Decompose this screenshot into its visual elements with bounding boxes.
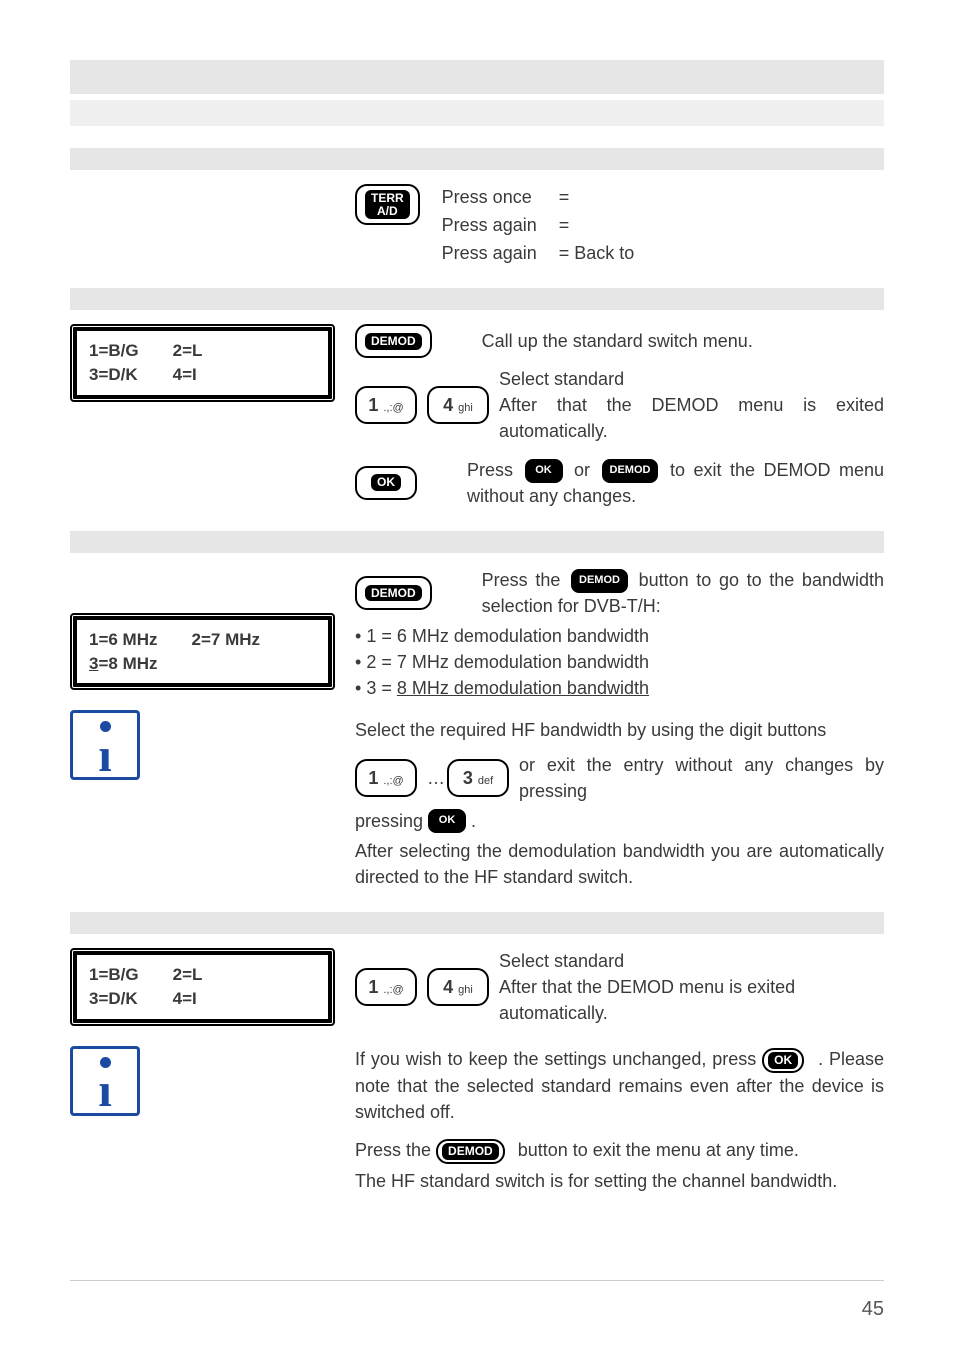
text: or bbox=[574, 460, 599, 480]
digit-label: 3 bbox=[463, 768, 473, 788]
digit-sub: def bbox=[478, 775, 493, 787]
text: Press again bbox=[442, 240, 537, 266]
section-standard-switch: 1=B/G 3=D/K 2=L 4=I DEMOD Call up the st… bbox=[70, 324, 884, 509]
info-icon: ı bbox=[70, 1046, 140, 1116]
list-item: 3 = 8 MHz demodulation bandwidth bbox=[355, 675, 884, 701]
digit-sub: .,:@ bbox=[383, 775, 403, 787]
list-item: 2 = 7 MHz demodulation bandwidth bbox=[355, 649, 884, 675]
lcd-display: 1=B/G 3=D/K 2=L 4=I bbox=[70, 948, 335, 1026]
section-divider bbox=[70, 288, 884, 310]
header-bar bbox=[70, 60, 884, 94]
list-item: 1 = 6 MHz demodulation bandwidth bbox=[355, 623, 884, 649]
text: Select standard bbox=[499, 366, 884, 392]
text: Press the bbox=[482, 570, 568, 590]
text: The HF standard switch is for setting th… bbox=[355, 1168, 884, 1194]
text: After that the DEMOD menu is exited auto… bbox=[499, 974, 884, 1026]
text: Press bbox=[467, 460, 522, 480]
footer-divider bbox=[70, 1280, 884, 1281]
ok-label: OK bbox=[371, 474, 401, 491]
text: = bbox=[559, 212, 635, 238]
display-value: 3=D/K bbox=[89, 363, 139, 387]
text: Call up the standard switch menu. bbox=[482, 328, 753, 354]
text: Press the bbox=[355, 1140, 436, 1160]
display-value: 1=6 MHz bbox=[89, 628, 158, 652]
text: After selecting the demodulation bandwid… bbox=[355, 838, 884, 890]
text: Select the required HF bandwidth by usin… bbox=[355, 720, 826, 740]
text: Select standard bbox=[499, 948, 884, 974]
display-value: 3=D/K bbox=[89, 987, 139, 1011]
display-value: 2=L bbox=[173, 339, 203, 363]
demod-button[interactable]: DEMOD bbox=[355, 576, 432, 610]
paragraph: Press the DEMOD button to exit the menu … bbox=[355, 1137, 884, 1164]
demod-button[interactable]: DEMOD bbox=[355, 324, 432, 358]
lcd-display: 1=B/G 3=D/K 2=L 4=I bbox=[70, 324, 335, 402]
bandwidth-list: 1 = 6 MHz demodulation bandwidth 2 = 7 M… bbox=[355, 623, 884, 701]
section-divider bbox=[70, 148, 884, 170]
ok-label: OK bbox=[768, 1052, 798, 1069]
text: . bbox=[471, 808, 476, 834]
digit-label: 4 bbox=[443, 395, 453, 415]
terr-text-block: Press once = Press again = Press again =… bbox=[442, 184, 657, 266]
digit-4-button[interactable]: 4 ghi bbox=[427, 386, 489, 424]
terr-ad-button[interactable]: TERR A/D bbox=[355, 184, 420, 225]
demod-label: DEMOD bbox=[442, 1143, 499, 1160]
display-value: 2=L bbox=[173, 963, 203, 987]
digit-sub: ghi bbox=[458, 402, 473, 414]
demod-label: DEMOD bbox=[365, 333, 422, 350]
ok-button[interactable]: OK bbox=[355, 466, 417, 500]
page-number: 45 bbox=[862, 1298, 884, 1321]
digit-label: 4 bbox=[443, 977, 453, 997]
text: button to exit the menu at any time. bbox=[518, 1140, 799, 1160]
display-value: 4=I bbox=[173, 363, 203, 387]
digit-label: 1 bbox=[368, 977, 378, 997]
section-standard-switch-2: 1=B/G 3=D/K 2=L 4=I ı 1 .,:@ 4 ghi Selec… bbox=[70, 948, 884, 1194]
digit-3-button[interactable]: 3 def bbox=[447, 759, 509, 797]
digit-1-button[interactable]: 1 .,:@ bbox=[355, 759, 417, 797]
digit-1-button[interactable]: 1 .,:@ bbox=[355, 386, 417, 424]
display-value-underline: 3 bbox=[89, 654, 98, 673]
digit-sub: .,:@ bbox=[383, 402, 403, 414]
section-divider bbox=[70, 531, 884, 553]
digit-sub: ghi bbox=[458, 984, 473, 996]
display-value: 4=I bbox=[173, 987, 203, 1011]
paragraph: If you wish to keep the settings unchang… bbox=[355, 1046, 884, 1125]
digit-sub: .,:@ bbox=[383, 984, 403, 996]
demod-key-icon: DEMOD bbox=[571, 569, 628, 593]
lcd-display: 1=6 MHz 33=8 MHz=8 MHz 2=7 MHz bbox=[70, 613, 335, 691]
ok-button-inline[interactable]: OK bbox=[762, 1048, 804, 1073]
section-divider bbox=[70, 912, 884, 934]
text: Press again bbox=[442, 212, 537, 238]
ok-key-icon: OK bbox=[428, 809, 466, 833]
ok-key-icon: OK bbox=[525, 459, 563, 483]
text: After that the DEMOD menu is exited auto… bbox=[499, 392, 884, 444]
digit-1-button[interactable]: 1 .,:@ bbox=[355, 968, 417, 1006]
digit-label: 1 bbox=[368, 395, 378, 415]
text: Press once bbox=[442, 184, 537, 210]
demod-label: DEMOD bbox=[365, 585, 422, 602]
demod-button-inline[interactable]: DEMOD bbox=[436, 1139, 505, 1164]
digit-4-button[interactable]: 4 ghi bbox=[427, 968, 489, 1006]
section-bandwidth: 1=6 MHz 33=8 MHz=8 MHz 2=7 MHz ı DEMOD P… bbox=[70, 567, 884, 890]
display-value: 2=7 MHz bbox=[192, 628, 261, 652]
info-icon: ı bbox=[70, 710, 140, 780]
display-value: 1=B/G bbox=[89, 339, 139, 363]
digit-label: 1 bbox=[368, 768, 378, 788]
text: If you wish to keep the settings unchang… bbox=[355, 1049, 762, 1069]
text: or exit the entry without any changes by… bbox=[519, 752, 884, 804]
demod-key-icon: DEMOD bbox=[602, 459, 659, 483]
paragraph: Select the required HF bandwidth by usin… bbox=[355, 717, 884, 743]
text: = Back to bbox=[559, 240, 635, 266]
sub-header-bar bbox=[70, 100, 884, 126]
section-terr: TERR A/D Press once = Press again = Pres… bbox=[70, 184, 884, 266]
display-value: 1=B/G bbox=[89, 963, 139, 987]
text: = bbox=[559, 184, 635, 210]
terr-ad-label: TERR A/D bbox=[365, 190, 410, 219]
